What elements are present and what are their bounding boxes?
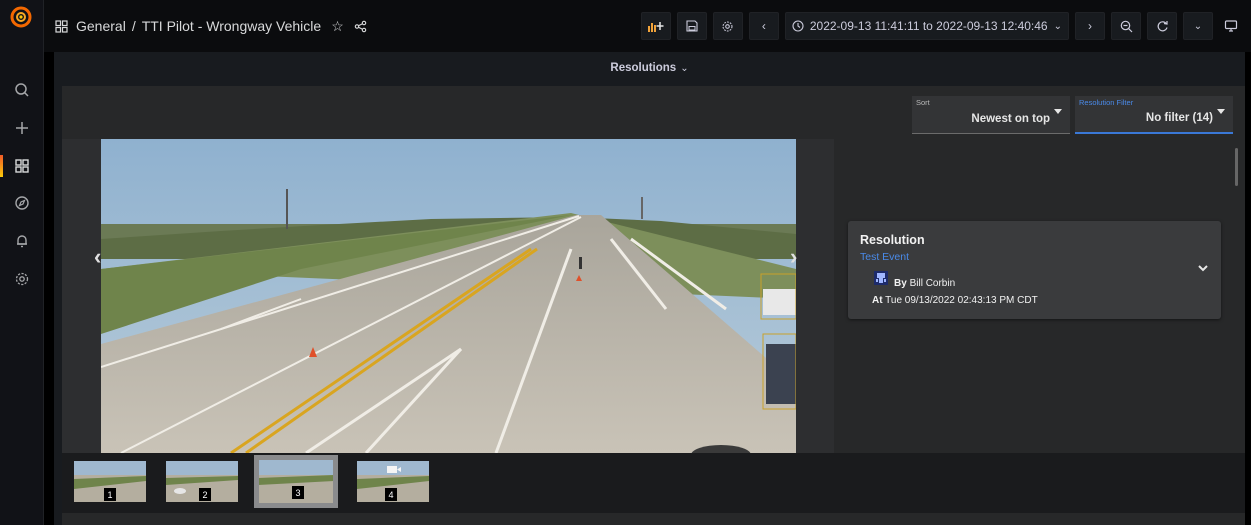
resolved-at-prefix: At [872,295,883,306]
camera-image [101,139,796,453]
breadcrumb-separator: / [131,18,136,34]
search-icon[interactable] [0,77,44,103]
image-carousel: ‹ › [62,139,834,453]
add-panel-button[interactable] [640,12,671,40]
filter-label: Resolution Filter [1079,98,1134,107]
thumbnail-number: 3 [292,486,304,499]
time-range-label: 2022-09-13 11:41:11 to 2022-09-13 12:40:… [809,19,1048,33]
save-icon [686,20,698,32]
add-panel-icon [647,22,664,32]
breadcrumb: General / TTI Pilot - Wrongway Vehicle ☆ [55,18,367,35]
resolution-card: Resolution Test Event By Bill Corbin At … [848,221,1221,319]
clock-icon [792,20,804,32]
thumbnail-4[interactable]: 4 [357,461,429,502]
resolution-event-link[interactable]: Test Event [860,251,909,263]
chevron-down-icon: ⌄ [680,62,689,74]
panel-header[interactable]: Resolutions ⌄ [54,52,1245,84]
save-dashboard-button[interactable] [676,12,707,40]
dashboard-settings-button[interactable] [712,12,743,40]
resolved-at-value: Tue 09/13/2022 02:43:13 PM CDT [885,295,1038,306]
resolved-by-prefix: By [894,278,907,289]
chevron-down-icon[interactable] [1197,263,1209,273]
zoom-out-button[interactable] [1111,12,1141,40]
panel-title: Resolutions [610,62,677,74]
top-navbar: General / TTI Pilot - Wrongway Vehicle ☆… [44,0,1251,52]
resolved-at: At Tue 09/13/2022 02:43:13 PM CDT [872,295,1038,306]
resolution-title: Resolution [860,233,925,247]
chevron-down-icon: ⌄ [1053,20,1062,32]
avatar [874,271,888,285]
thumbnail-3[interactable]: 3 [254,455,338,508]
filter-value: No filter (14) [1145,112,1213,124]
dashboards-icon[interactable] [0,153,44,179]
sort-value: Newest on top [971,113,1050,125]
zoom-out-icon [1120,20,1132,32]
caret-down-icon [1217,109,1225,114]
sort-label: Sort [916,98,930,107]
scrollbar[interactable] [1235,148,1238,186]
compass-icon[interactable] [0,190,44,216]
monitor-icon [1224,20,1238,32]
plus-icon[interactable] [0,115,44,141]
thumbnail-1[interactable]: 1 [74,461,146,502]
dashboard-title[interactable]: TTI Pilot - Wrongway Vehicle [142,18,321,34]
bell-icon[interactable] [0,228,44,254]
caret-down-icon [1054,109,1062,114]
carousel-next-button[interactable]: › [790,244,797,270]
refresh-button[interactable] [1147,12,1177,40]
thumbnail-number: 4 [385,488,397,501]
resolved-by-name: Bill Corbin [909,278,956,289]
thumbnail-2[interactable]: 2 [166,461,238,502]
refresh-interval-dropdown[interactable]: ⌄ [1183,12,1213,40]
time-picker-button[interactable]: 2022-09-13 11:41:11 to 2022-09-13 12:40:… [784,12,1069,40]
sidebar [0,0,44,525]
chevron-right-icon: › [1088,19,1092,33]
chevron-left-icon: ‹ [761,19,766,33]
thumbnail-strip: 1 2 3 4 [62,453,1245,513]
gear-icon [722,21,733,31]
refresh-icon [1157,20,1168,31]
dashboard-grid-icon [55,19,68,33]
breadcrumb-folder[interactable]: General [76,18,126,34]
resolved-by: By Bill Corbin [894,278,955,289]
time-shift-back-button[interactable]: ‹ [748,12,779,40]
resolution-filter-dropdown[interactable]: Resolution Filter No filter (14) [1075,96,1233,134]
carousel-prev-button[interactable]: ‹ [94,244,101,270]
share-icon[interactable] [354,20,367,33]
time-shift-forward-button[interactable]: › [1075,12,1105,40]
star-icon[interactable]: ☆ [331,18,344,35]
thumbnail-number: 1 [104,488,116,501]
gear-icon[interactable] [0,266,44,292]
tv-mode-button[interactable] [1219,12,1243,40]
grafana-logo[interactable] [10,6,32,28]
sort-dropdown[interactable]: Sort Newest on top [912,96,1070,134]
thumbnail-number: 2 [199,488,211,501]
chevron-down-icon: ⌄ [1193,20,1203,32]
